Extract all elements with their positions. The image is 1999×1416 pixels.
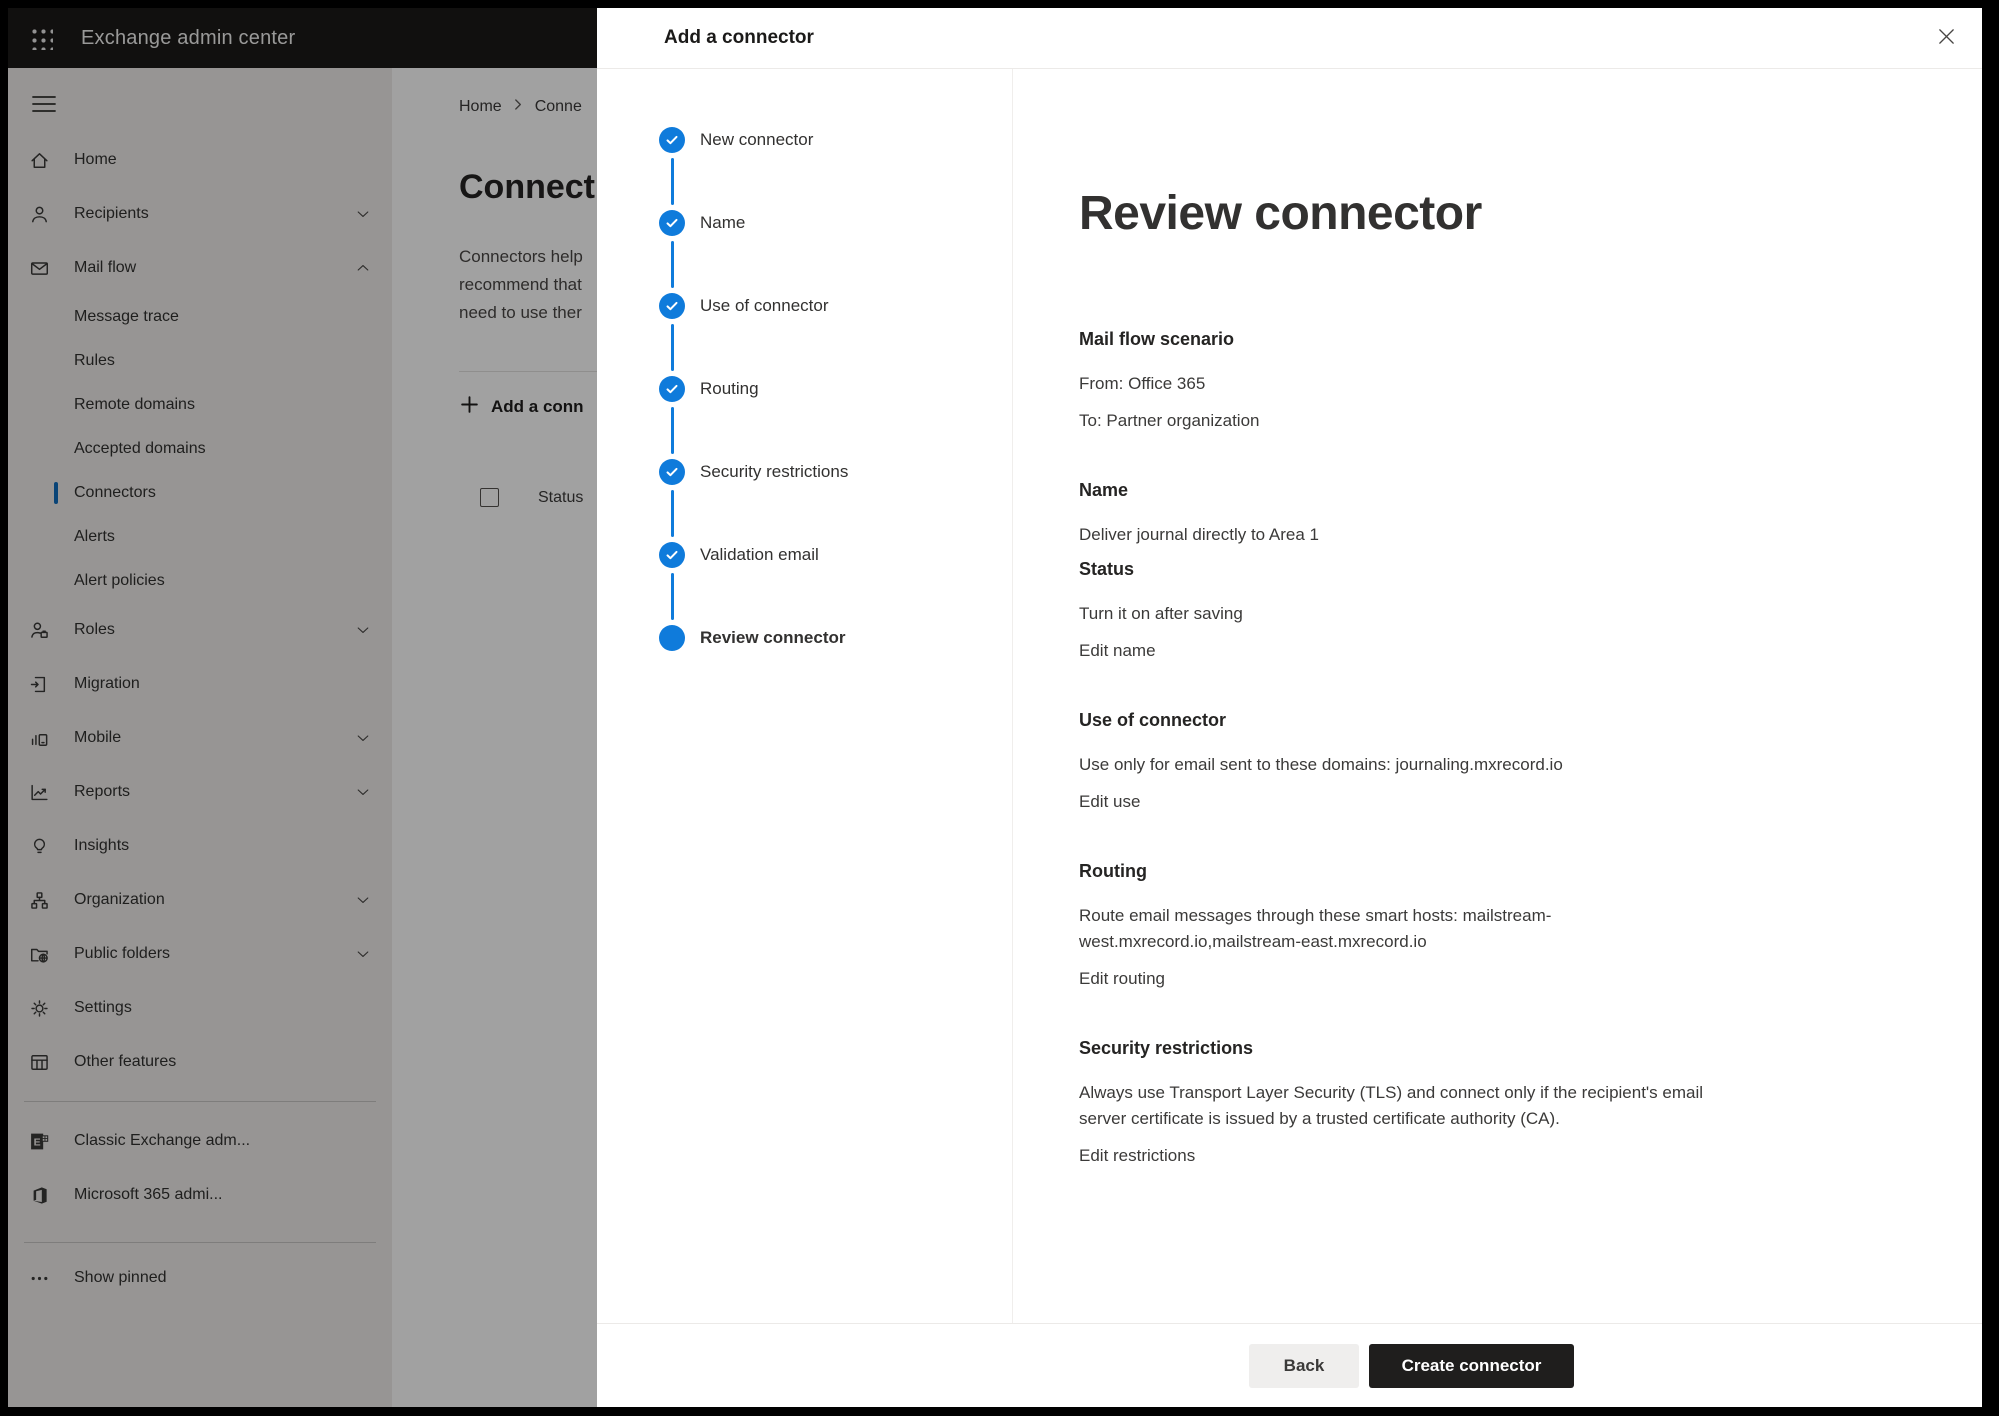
completed-step-check-icon [659, 127, 685, 153]
completed-step-check-icon [659, 376, 685, 402]
modal-footer: Back Create connector [597, 1323, 1982, 1407]
back-button[interactable]: Back [1249, 1344, 1359, 1388]
section-title: Name [1079, 480, 1922, 501]
modal-header: Add a connector [597, 8, 1982, 69]
review-sections: Mail flow scenario From: Office 365 To: Pa… [1079, 329, 1922, 1169]
current-step-dot [659, 625, 685, 651]
section-title: Mail flow scenario [1079, 329, 1922, 350]
review-heading: Review connector [1079, 186, 1922, 241]
review-section: Security restrictions Always use Transpor… [1079, 1038, 1922, 1169]
edit-use-link[interactable]: Edit use [1079, 789, 1140, 815]
wizard-step-label: New connector [700, 128, 813, 152]
review-section: Mail flow scenario From: Office 365 To: Pa… [1079, 329, 1922, 434]
screenshot-frame: Exchange admin center HomeRecipientsMail… [0, 0, 1999, 1416]
modal-title: Add a connector [664, 27, 814, 49]
review-panel: Review connector Mail flow scenario From:… [1013, 69, 1982, 1323]
section-text: Deliver journal directly to Area 1 [1079, 522, 1704, 548]
wizard-step-label: Validation email [700, 543, 819, 567]
completed-step-check-icon [659, 293, 685, 319]
wizard-step-label: Name [700, 211, 745, 235]
modal-body: New connector Name Use of connector Routing… [597, 69, 1982, 1323]
wizard-step-label: Use of connector [700, 294, 829, 318]
review-section: Routing Route email messages through thes… [1079, 861, 1922, 992]
completed-step-check-icon [659, 459, 685, 485]
section-title: Status [1079, 559, 1922, 580]
wizard-step-validation-email[interactable]: Validation email [659, 542, 1012, 625]
review-section: Use of connector Use only for email sent … [1079, 710, 1922, 815]
edit-restrictions-link[interactable]: Edit restrictions [1079, 1143, 1195, 1169]
wizard-step-security-restrictions[interactable]: Security restrictions [659, 459, 1012, 542]
section-text: Use only for email sent to these domains… [1079, 752, 1704, 778]
wizard-step-label: Routing [700, 377, 759, 401]
section-text: From: Office 365 [1079, 371, 1704, 397]
section-text: To: Partner organization [1079, 408, 1704, 434]
section-title: Use of connector [1079, 710, 1922, 731]
wizard-step-new-connector[interactable]: New connector [659, 127, 1012, 210]
section-title: Security restrictions [1079, 1038, 1922, 1059]
create-connector-button[interactable]: Create connector [1369, 1344, 1574, 1388]
completed-step-check-icon [659, 542, 685, 568]
section-text: Route email messages through these smart… [1079, 903, 1704, 955]
section-text: Turn it on after saving [1079, 601, 1704, 627]
section-title: Routing [1079, 861, 1922, 882]
completed-step-check-icon [659, 210, 685, 236]
wizard-stepper: New connector Name Use of connector Routing… [597, 69, 1013, 1323]
wizard-step-use-of-connector[interactable]: Use of connector [659, 293, 1012, 376]
wizard-step-label: Review connector [700, 626, 846, 650]
edit-routing-link[interactable]: Edit routing [1079, 966, 1165, 992]
wizard-step-label: Security restrictions [700, 460, 848, 484]
wizard-step-name[interactable]: Name [659, 210, 1012, 293]
wizard-step-routing[interactable]: Routing [659, 376, 1012, 459]
edit-name-link[interactable]: Edit name [1079, 638, 1156, 664]
section-text: Always use Transport Layer Security (TLS… [1079, 1080, 1704, 1132]
add-connector-modal: Add a connector New connector Name Use of … [597, 8, 1982, 1407]
wizard-step-review-connector[interactable]: Review connector [659, 625, 1012, 708]
close-icon[interactable] [1927, 19, 1966, 57]
review-section: Name Deliver journal directly to Area 1 St… [1079, 480, 1922, 664]
